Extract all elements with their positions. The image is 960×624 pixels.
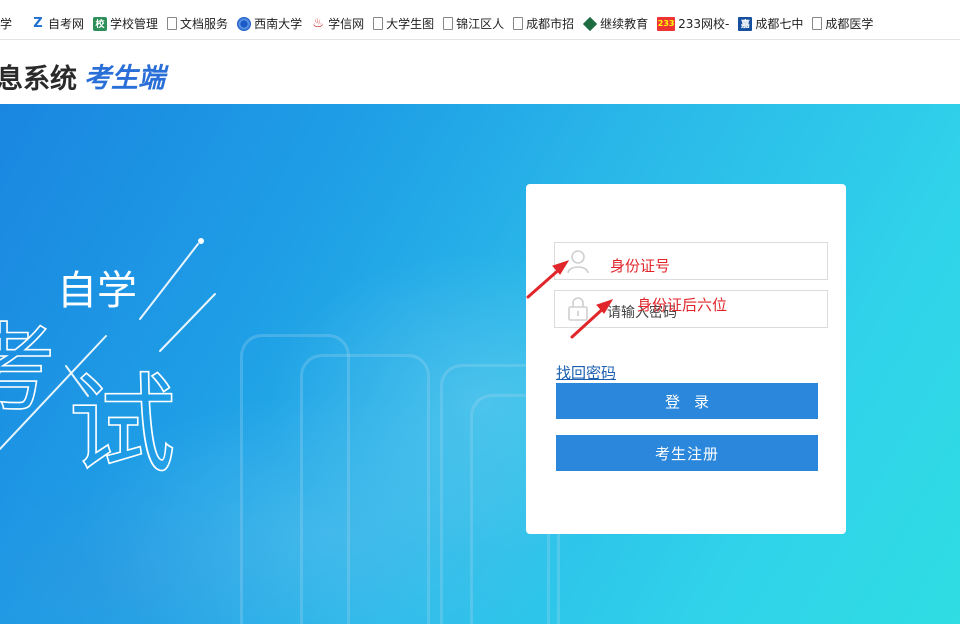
bookmark-label: 成都医学 — [825, 17, 874, 31]
bookmark-9[interactable]: 成都市招 — [513, 15, 574, 32]
school-icon: 校 — [93, 16, 108, 31]
bookmark-11[interactable]: 233 233网校- — [657, 15, 729, 32]
system-title: 息系统 — [0, 64, 77, 95]
bookmark-label: 成都市招 — [526, 17, 575, 31]
bookmarks-bar: 学 Z 自考网 校 学校管理 文档服务 西南大学 ♨ 学信网 大学生图 锦江区人… — [0, 0, 960, 40]
bookmark-10[interactable]: 继续教育 — [583, 15, 648, 32]
bookmark-4[interactable]: 文档服务 — [167, 15, 228, 32]
user-icon — [567, 250, 589, 274]
bookmark-label: 锦江区人 — [456, 17, 505, 31]
page-icon — [513, 17, 524, 30]
globe-icon — [237, 16, 252, 31]
hero-banner: 自学 考 试 请输入密码 找回密码 登录 考生注册 — [0, 104, 960, 624]
password-hint-annotation: 身份证后六位 — [637, 296, 728, 314]
register-button[interactable]: 考生注册 — [556, 435, 818, 471]
slogan-big-1: 考 — [0, 313, 56, 425]
login-panel: 请输入密码 找回密码 登录 考生注册 — [526, 184, 846, 534]
diamond-icon — [583, 16, 598, 31]
bookmark-label: 成都七中 — [755, 17, 804, 31]
bookmark-label: 自考网 — [48, 17, 85, 31]
bookmark-2[interactable]: Z 自考网 — [31, 15, 84, 32]
slogan-dot-icon — [198, 238, 204, 244]
bookmark-1[interactable]: 学 — [0, 15, 12, 32]
bookmark-8[interactable]: 锦江区人 — [443, 15, 504, 32]
flame-icon: ♨ — [312, 16, 324, 31]
system-subtitle: 考生端 — [84, 63, 165, 94]
login-button[interactable]: 登录 — [556, 383, 818, 419]
bookmark-label: 文档服务 — [180, 17, 229, 31]
bookmark-13[interactable]: 成都医学 — [812, 15, 873, 32]
num-233-icon: 233 — [657, 16, 676, 31]
lock-icon — [568, 297, 588, 321]
page-icon — [812, 17, 823, 30]
bookmark-label: 233网校- — [678, 17, 730, 31]
page-icon — [443, 17, 454, 30]
bookmark-label: 学信网 — [328, 17, 365, 31]
z-logo-icon: Z — [33, 16, 43, 31]
slogan-small: 自学 — [57, 268, 137, 314]
page-icon — [373, 17, 384, 30]
bookmark-label: 学校管理 — [110, 17, 159, 31]
id-number-input[interactable] — [554, 242, 828, 280]
jia-icon: 嘉 — [738, 16, 753, 31]
bookmark-label: 继续教育 — [600, 17, 649, 31]
page-icon — [167, 17, 178, 30]
bookmark-7[interactable]: 大学生图 — [373, 15, 434, 32]
bookmark-label: 西南大学 — [254, 17, 303, 31]
bookmark-6[interactable]: ♨ 学信网 — [311, 15, 364, 32]
bookmark-label: 大学生图 — [386, 17, 435, 31]
bookmark-label: 学 — [0, 17, 13, 31]
id-hint-annotation: 身份证号 — [610, 257, 671, 275]
slogan-big-2: 试 — [68, 363, 176, 488]
bookmark-3[interactable]: 校 学校管理 — [93, 15, 158, 32]
bookmark-12[interactable]: 嘉 成都七中 — [738, 15, 803, 32]
site-header: 息系统 考生端 — [0, 41, 960, 104]
forgot-password-link[interactable]: 找回密码 — [556, 362, 616, 383]
bookmark-5[interactable]: 西南大学 — [237, 15, 302, 32]
